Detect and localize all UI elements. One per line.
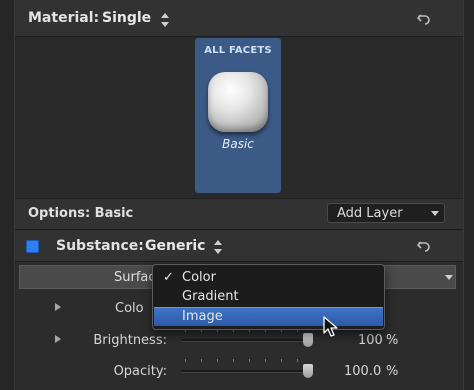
param-label-color: Colo <box>115 301 144 316</box>
material-value[interactable]: Single <box>102 10 151 26</box>
mouse-pointer-icon <box>323 316 338 337</box>
menu-item-label: Color <box>182 270 216 285</box>
substance-row: Substance: Generic <box>15 231 463 262</box>
slider-tick <box>249 359 250 362</box>
inspector-panel: Material: Single ALL FACETS Basic Option… <box>14 0 464 390</box>
slider-tick <box>233 359 234 362</box>
options-label: Options: Basic <box>28 206 134 221</box>
surface-label: Surfac <box>114 270 156 285</box>
brightness-slider-knob[interactable] <box>303 333 313 347</box>
material-reset-icon[interactable] <box>417 12 431 26</box>
substance-value[interactable]: Generic <box>145 238 205 254</box>
add-layer-popup[interactable]: Add Layer <box>327 203 445 223</box>
opacity-value[interactable]: 100.0 <box>344 364 381 379</box>
checkmark-icon: ✓ <box>163 270 174 285</box>
param-label-opacity: Opacity: <box>113 364 167 379</box>
slider-tick <box>201 359 202 362</box>
material-stepper-icon[interactable] <box>161 12 171 28</box>
surface-popup-menu: ✓ Color Gradient Image <box>152 264 385 330</box>
slider-tick <box>297 359 298 362</box>
brightness-slider-track[interactable] <box>181 339 313 342</box>
menu-item-label: Gradient <box>182 289 239 304</box>
substance-enable-checkbox[interactable] <box>26 240 39 253</box>
opacity-slider-track[interactable] <box>181 370 313 373</box>
opacity-slider-knob[interactable] <box>303 364 313 378</box>
material-row: Material: Single <box>15 0 463 37</box>
chevron-down-icon <box>431 211 439 216</box>
color-disclosure-icon[interactable] <box>55 303 61 311</box>
substance-reset-icon[interactable] <box>417 239 431 253</box>
menu-item-gradient[interactable]: Gradient <box>154 288 383 306</box>
substance-label: Substance: <box>56 238 144 254</box>
facet-material-name: Basic <box>222 137 254 151</box>
opacity-unit: % <box>386 364 399 379</box>
menu-item-label: Image <box>182 309 223 324</box>
brightness-value[interactable]: 100 <box>358 333 383 348</box>
facet-tile-all-facets[interactable]: ALL FACETS Basic <box>195 38 281 193</box>
material-preview-swatch <box>208 72 268 132</box>
substance-stepper-icon[interactable] <box>214 239 224 255</box>
facet-title: ALL FACETS <box>204 45 272 56</box>
param-label-brightness: Brightness: <box>93 333 167 348</box>
menu-item-image[interactable]: Image <box>154 307 383 326</box>
material-label: Material: <box>28 10 100 26</box>
slider-tick <box>281 359 282 362</box>
slider-tick <box>217 359 218 362</box>
brightness-disclosure-icon[interactable] <box>55 335 61 343</box>
menu-item-color[interactable]: ✓ Color <box>154 269 383 287</box>
slider-tick <box>265 359 266 362</box>
slider-tick <box>185 359 186 362</box>
surface-chevron-down-icon[interactable] <box>445 275 453 280</box>
brightness-unit: % <box>386 333 399 348</box>
facet-area: ALL FACETS Basic <box>15 37 463 197</box>
options-row: Options: Basic Add Layer <box>15 198 463 230</box>
add-layer-label: Add Layer <box>337 206 403 221</box>
